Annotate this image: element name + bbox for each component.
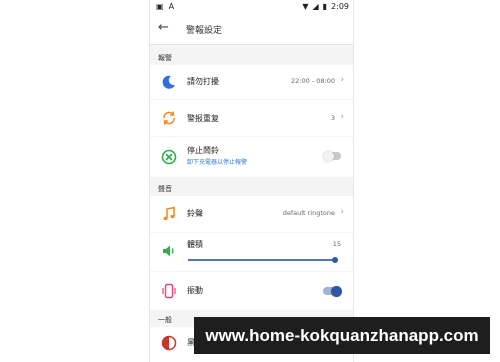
status-bar: ▣ A ▼ ◢ ▮ 2:09 <box>150 0 353 14</box>
toggle-knob <box>331 285 342 297</box>
vibrate-toggle[interactable] <box>323 285 342 297</box>
back-arrow-icon[interactable]: ← <box>158 21 169 35</box>
setting-row-repeat[interactable]: 警报重复 3 › <box>150 100 353 136</box>
setting-row-dnd[interactable]: 請勿打擾 22:00 - 08:00 › <box>150 65 353 99</box>
signal-icon: ◢ <box>312 2 319 11</box>
vibrate-label: 振動 <box>187 286 203 295</box>
page-title: 警報設定 <box>186 26 223 36</box>
toggle-knob <box>323 150 334 162</box>
watermark-banner: www.home-kokquanzhanapp.com <box>194 317 490 354</box>
stop-toggle[interactable] <box>323 150 341 162</box>
volume-slider-handle[interactable] <box>332 257 338 263</box>
vibrate-icon <box>162 283 176 299</box>
ringtone-label: 鈴聲 <box>187 209 203 218</box>
clock: 2:09 <box>331 2 349 11</box>
wifi-icon: ▼ <box>302 2 309 11</box>
dnd-value: 22:00 - 08:00 <box>291 77 335 85</box>
repeat-label: 警报重复 <box>187 114 219 123</box>
image-icon: ▣ <box>156 2 164 11</box>
setting-row-volume: 體積 15 <box>150 233 353 271</box>
phone-screen: ▣ A ▼ ◢ ▮ 2:09 ← 警報設定 報警 請勿打擾 22:00 - 08… <box>149 0 354 362</box>
speaker-icon <box>163 245 174 257</box>
repeat-icon <box>163 111 175 125</box>
volume-value: 15 <box>332 240 341 248</box>
chevron-right-icon: › <box>340 207 344 217</box>
ringtone-value: default ringtone <box>282 209 335 217</box>
section-header-alarm: 報警 <box>150 51 353 65</box>
dnd-label: 請勿打擾 <box>187 77 219 86</box>
chevron-right-icon: › <box>340 112 344 122</box>
stop-sublabel: 卸下充電器以停止報警 <box>187 159 248 166</box>
chevron-right-icon: › <box>340 75 344 85</box>
setting-row-vibrate[interactable]: 振動 <box>150 272 353 310</box>
a-icon: A <box>168 2 175 11</box>
repeat-value: 3 <box>330 114 335 122</box>
contrast-icon <box>161 335 177 351</box>
stop-alarm-icon <box>161 149 177 165</box>
setting-row-ringtone[interactable]: 鈴聲 default ringtone › <box>150 196 353 232</box>
setting-row-stop[interactable]: 停止鬧鈴 卸下充電器以停止報警 <box>150 137 353 177</box>
section-header-sound: 聲音 <box>150 182 353 196</box>
volume-label: 體積 <box>187 240 203 249</box>
stop-label: 停止鬧鈴 <box>187 146 219 155</box>
battery-icon: ▮ <box>322 2 328 11</box>
volume-slider[interactable] <box>188 257 338 263</box>
app-bar: ← 警報設定 <box>150 14 353 45</box>
music-note-icon <box>163 206 175 221</box>
moon-icon <box>162 75 175 89</box>
